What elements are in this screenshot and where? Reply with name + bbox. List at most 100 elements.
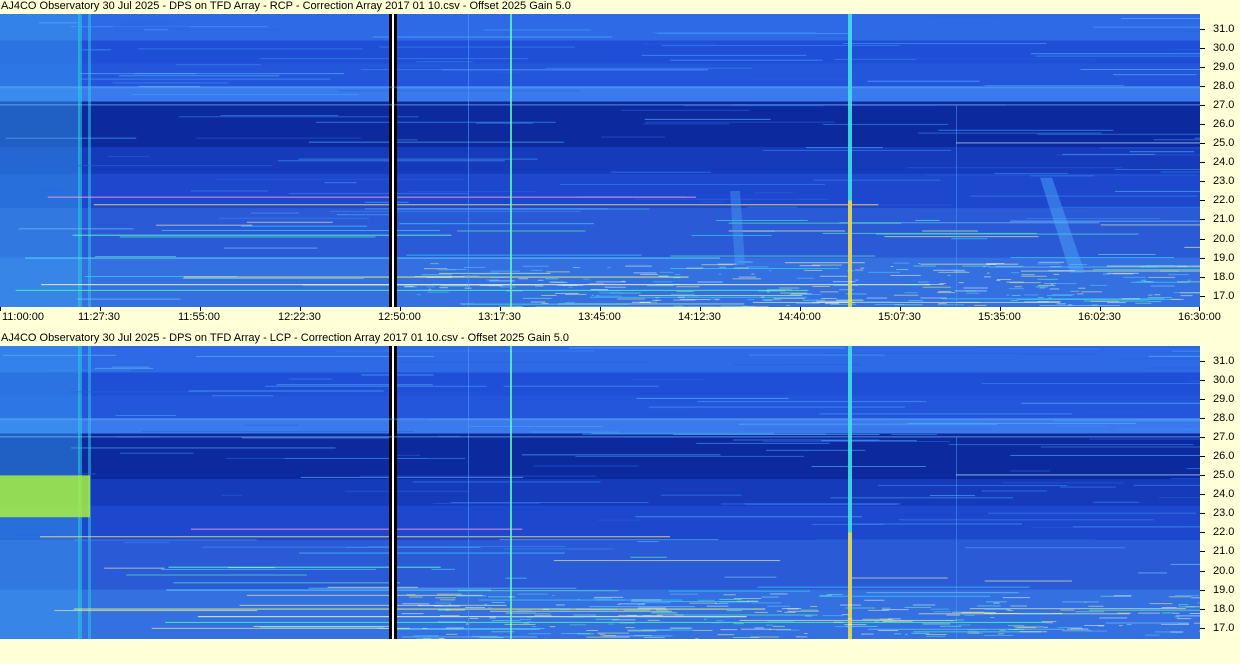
noise-speckle [1039,287,1045,289]
noise-speckle [531,626,536,628]
noise-speckle [703,618,707,620]
noise-speckle [1168,596,1192,598]
noise-streak [819,413,1073,415]
noise-streak [878,485,1068,487]
noise-streak [1145,352,1200,354]
vertical-burst-hot [848,532,852,639]
noise-speckle [1173,612,1180,614]
y-tick-label: 22.0 [1213,194,1235,206]
noise-speckle [1126,623,1132,625]
y-tick [1200,609,1205,610]
noise-streak [327,586,419,588]
noise-speckle [555,292,579,294]
noise-speckle [541,294,557,296]
noise-streak [253,625,394,627]
noise-speckle [638,607,666,609]
noise-speckle [893,633,902,635]
noise-streak [752,301,855,303]
noise-speckle [714,299,720,301]
noise-speckle [1008,610,1014,612]
noise-speckle [423,268,448,270]
noise-speckle [758,290,786,292]
noise-streak [5,137,137,139]
noise-speckle [652,611,676,613]
noise-speckle [864,599,885,601]
noise-speckle [559,609,571,611]
noise-streak [1026,218,1161,220]
noise-speckle [517,593,548,595]
interference-line [41,284,931,286]
noise-speckle [953,270,967,272]
noise-speckle [996,278,1012,280]
noise-streak [445,549,686,551]
noise-speckle [689,602,718,604]
noise-speckle [787,610,820,612]
y-tick-label: 30.0 [1213,374,1235,386]
noise-speckle [717,634,735,636]
noise-speckle [821,298,837,300]
noise-streak [575,455,805,457]
y-tick-label: 20.0 [1213,565,1235,577]
y-tick-label: 27.0 [1213,431,1235,443]
noise-speckle [732,278,762,280]
noise-streak [1185,30,1200,32]
noise-speckle [588,283,604,285]
noise-speckle [445,268,467,270]
noise-speckle [427,291,449,293]
noise-speckle [1145,265,1175,267]
noise-streak [441,69,708,71]
noise-streak [823,123,949,125]
noise-speckle [1112,273,1134,275]
noise-speckle [904,606,932,608]
noise-speckle [576,608,591,610]
noise-speckle [633,272,657,274]
noise-speckle [1177,281,1200,283]
noise-speckle [604,286,626,288]
noise-streak [843,43,1047,45]
noise-speckle [586,630,598,632]
reference-line [0,436,1200,438]
interference-line [73,608,766,610]
noise-streak [324,182,357,184]
noise-speckle [733,267,749,269]
noise-streak [620,109,750,111]
vertical-stripe [88,14,91,307]
y-tick-label: 28.0 [1213,80,1235,92]
noise-streak [1039,304,1120,306]
noise-streak [645,121,835,123]
noise-speckle [552,594,555,596]
noise-streak [483,29,591,31]
noise-streak [181,39,411,41]
y-tick [1200,456,1205,457]
noise-streak [1032,527,1182,529]
noise-streak [394,454,420,456]
noise-streak [36,473,97,475]
noise-speckle [530,269,543,271]
noise-speckle [595,599,626,601]
noise-speckle [1091,304,1098,306]
noise-speckle [1021,274,1035,276]
frequency-band [0,86,1200,102]
noise-streak [190,190,269,192]
noise-speckle [462,275,480,277]
interference-line [197,616,747,618]
noise-streak [379,46,576,48]
noise-streak [156,224,253,226]
noise-speckle [765,624,773,626]
noise-speckle [436,593,462,595]
noise-speckle [619,603,644,605]
noise-speckle [738,261,752,263]
noise-streak [1138,572,1168,574]
noise-streak [965,547,1126,549]
noise-speckle [417,604,422,606]
noise-streak [1092,269,1200,271]
noise-speckle [555,604,565,606]
data-gap-marker [392,14,394,307]
noise-speckle [751,602,782,604]
noise-streak [15,534,60,536]
noise-streak [846,58,1095,60]
noise-speckle [1016,627,1037,629]
noise-speckle [706,605,729,607]
frequency-band [0,346,1200,373]
noise-speckle [984,634,1014,636]
